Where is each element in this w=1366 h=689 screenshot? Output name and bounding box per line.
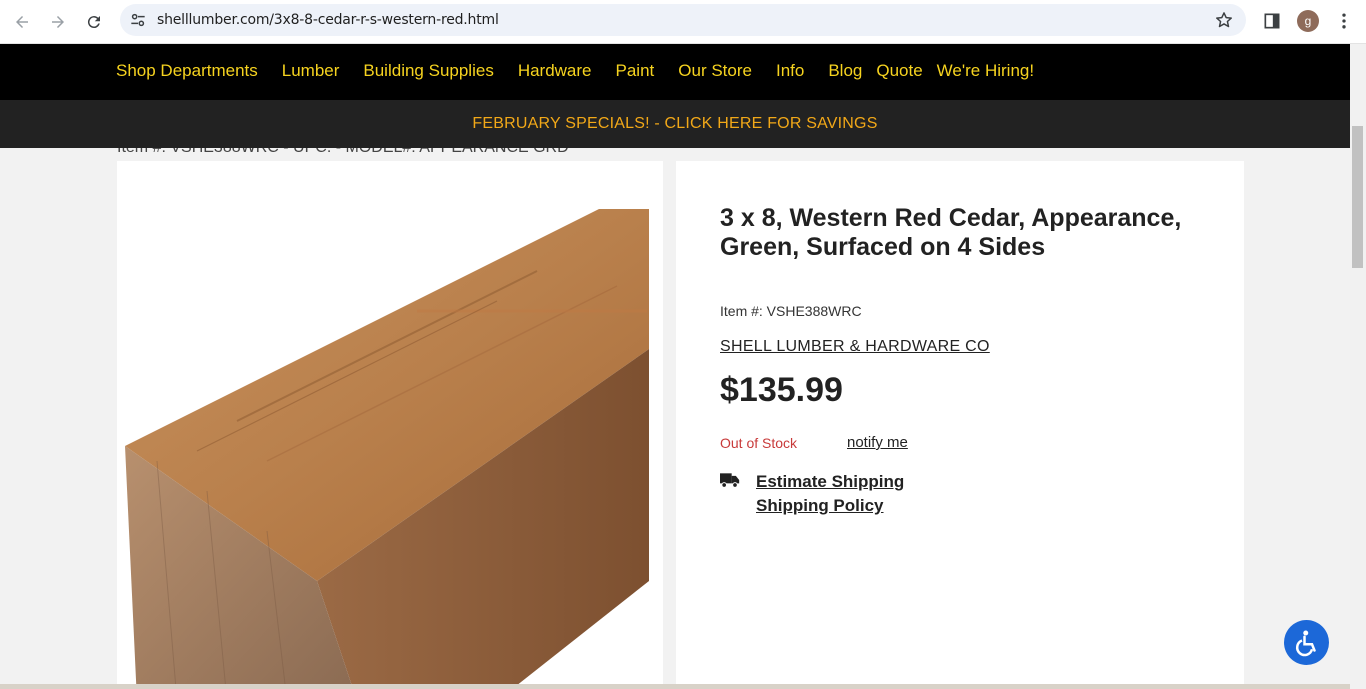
browser-menu-button[interactable]	[1333, 10, 1355, 32]
promo-text[interactable]: FEBRUARY SPECIALS! - CLICK HERE FOR SAVI…	[472, 115, 877, 133]
accessibility-button[interactable]	[1284, 620, 1329, 665]
truck-icon	[720, 473, 740, 488]
back-button[interactable]	[8, 8, 36, 36]
address-bar[interactable]: shelllumber.com/3x8-8-cedar-r-s-western-…	[120, 4, 1246, 36]
nav-info[interactable]: Info	[776, 61, 804, 81]
nav-blog[interactable]: Blog	[828, 61, 862, 81]
forward-arrow-icon	[52, 16, 64, 28]
url-text[interactable]: shelllumber.com/3x8-8-cedar-r-s-western-…	[157, 12, 499, 28]
item-number: Item #: VSHE388WRC	[720, 303, 862, 319]
nav-building-supplies[interactable]: Building Supplies	[363, 61, 493, 81]
bottom-strip	[0, 684, 1350, 689]
estimate-shipping-link[interactable]: Estimate Shipping	[756, 472, 904, 492]
site-navigation: Shop Departments Lumber Building Supplie…	[0, 44, 1350, 100]
nav-paint[interactable]: Paint	[616, 61, 655, 81]
side-panel-button[interactable]	[1261, 10, 1283, 32]
product-image-card	[117, 161, 663, 689]
page-scrollbar[interactable]	[1350, 44, 1366, 689]
profile-avatar[interactable]: g	[1297, 10, 1319, 32]
nav-lumber[interactable]: Lumber	[282, 61, 340, 81]
kebab-menu-icon	[1342, 13, 1346, 29]
back-arrow-icon	[16, 16, 28, 28]
side-panel-icon	[1264, 13, 1280, 29]
product-price: $135.99	[720, 371, 843, 409]
shipping-policy-link[interactable]: Shipping Policy	[756, 496, 884, 516]
reload-button[interactable]	[80, 8, 108, 36]
reload-icon	[87, 16, 100, 29]
forward-button[interactable]	[44, 8, 72, 36]
notify-me-link[interactable]: notify me	[847, 434, 908, 451]
wheelchair-icon	[1295, 630, 1316, 656]
nav-quote[interactable]: Quote	[876, 61, 922, 81]
nav-hiring[interactable]: We're Hiring!	[937, 61, 1034, 81]
scrollbar-thumb[interactable]	[1352, 126, 1363, 268]
item-meta-line: Item #: VSHE388WRC - UPC: - MODEL#: APPE…	[117, 148, 569, 157]
stock-status: Out of Stock	[720, 435, 798, 451]
product-page: Item #: VSHE388WRC - UPC: - MODEL#: APPE…	[0, 148, 1350, 689]
nav-hardware[interactable]: Hardware	[518, 61, 592, 81]
nav-our-store[interactable]: Our Store	[678, 61, 752, 81]
browser-toolbar: shelllumber.com/3x8-8-cedar-r-s-western-…	[0, 0, 1366, 44]
nav-shop-departments[interactable]: Shop Departments	[116, 61, 258, 81]
brand-link[interactable]: SHELL LUMBER & HARDWARE CO	[720, 338, 990, 356]
promo-banner[interactable]: FEBRUARY SPECIALS! - CLICK HERE FOR SAVI…	[0, 100, 1350, 148]
bookmark-star-icon[interactable]	[1214, 10, 1234, 30]
product-title: 3 x 8, Western Red Cedar, Appearance, Gr…	[720, 204, 1182, 261]
product-image[interactable]	[117, 161, 663, 689]
site-settings-icon[interactable]	[128, 10, 148, 30]
product-info-card: 3 x 8, Western Red Cedar, Appearance, Gr…	[676, 161, 1244, 689]
